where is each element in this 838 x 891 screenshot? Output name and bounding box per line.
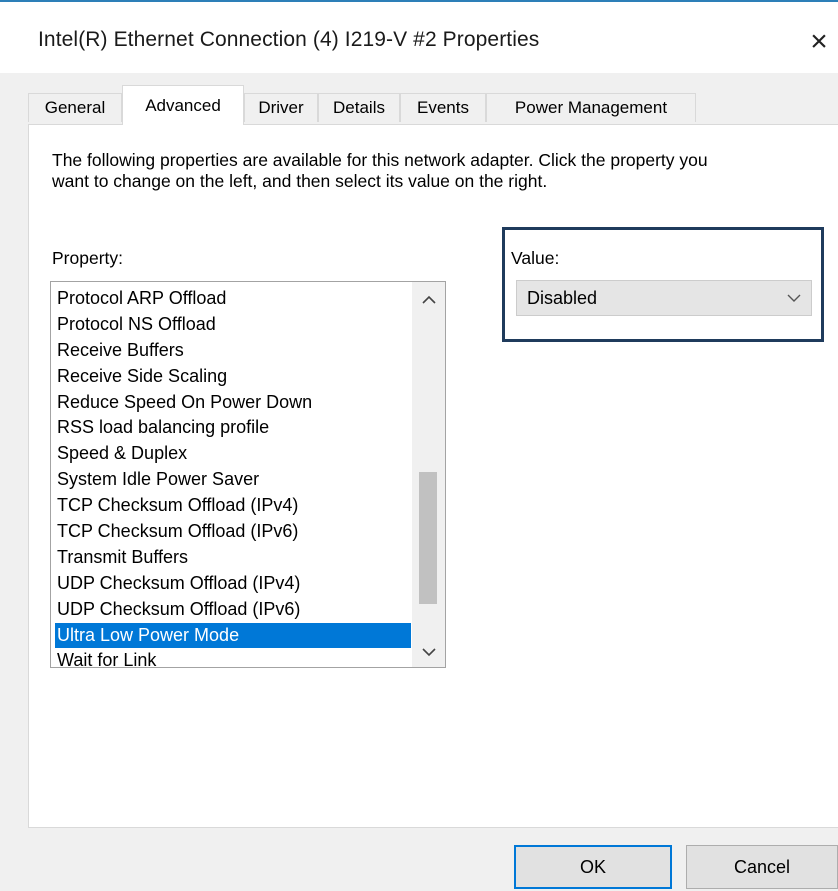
cancel-button[interactable]: Cancel (686, 845, 838, 889)
property-list-item[interactable]: Protocol NS Offload (55, 312, 411, 338)
tab-power-management[interactable]: Power Management (486, 93, 696, 122)
close-icon[interactable]: × (810, 25, 828, 59)
property-list-item[interactable]: Reduce Speed On Power Down (55, 390, 411, 416)
value-selected-text: Disabled (527, 287, 598, 308)
property-list-item[interactable]: Transmit Buffers (55, 545, 411, 571)
tab-general-label: General (44, 98, 106, 117)
property-list-item[interactable]: Ultra Low Power Mode (55, 622, 411, 649)
property-list-scrollbar[interactable] (412, 282, 445, 667)
property-list-item[interactable]: RSS load balancing profile (55, 415, 411, 441)
tab-driver[interactable]: Driver (244, 93, 318, 122)
chevron-up-icon (421, 295, 436, 304)
property-list-item[interactable]: Protocol ARP Offload (55, 286, 411, 312)
tab-general[interactable]: General (28, 93, 122, 122)
tab-details-label: Details (333, 98, 385, 117)
value-label: Value: (511, 248, 560, 268)
property-list: Protocol ARP Offload Protocol NS Offload R… (55, 286, 411, 667)
property-list-item[interactable]: TCP Checksum Offload (IPv4) (55, 493, 411, 519)
description-text: The following properties are available f… (52, 150, 708, 191)
tab-power-management-label: Power Management (514, 98, 668, 117)
tab-events[interactable]: Events (400, 93, 486, 122)
property-list-item[interactable]: TCP Checksum Offload (IPv6) (55, 519, 411, 545)
property-list-item[interactable]: Receive Side Scaling (55, 364, 411, 390)
property-list-item[interactable]: Wait for Link (55, 648, 411, 667)
tab-advanced-label: Advanced (145, 95, 221, 115)
scroll-thumb[interactable] (419, 472, 437, 604)
property-list-item[interactable]: Speed & Duplex (55, 441, 411, 467)
chevron-down-icon (421, 647, 436, 656)
property-listbox[interactable]: Protocol ARP Offload Protocol NS Offload R… (50, 281, 446, 668)
tab-events-label: Events (417, 98, 469, 117)
tab-advanced[interactable]: Advanced (122, 85, 244, 125)
property-list-item[interactable]: UDP Checksum Offload (IPv6) (55, 597, 411, 623)
ok-button-label: OK (579, 856, 606, 877)
chevron-down-icon (787, 286, 801, 315)
window-top-border (0, 0, 838, 2)
cancel-button-label: Cancel (733, 856, 791, 877)
property-list-item[interactable]: Receive Buffers (55, 338, 411, 364)
tab-details[interactable]: Details (318, 93, 400, 122)
scroll-down-button[interactable] (412, 637, 445, 667)
property-list-item[interactable]: System Idle Power Saver (55, 467, 411, 493)
close-button[interactable]: × (800, 22, 838, 62)
ok-button[interactable]: OK (514, 845, 672, 889)
tab-driver-label: Driver (258, 98, 304, 117)
window-title: Intel(R) Ethernet Connection (4) I219-V … (38, 28, 540, 51)
property-label: Property: (52, 248, 123, 268)
scroll-up-button[interactable] (412, 284, 445, 314)
property-list-item[interactable]: UDP Checksum Offload (IPv4) (55, 571, 411, 597)
value-dropdown[interactable]: Disabled (516, 280, 812, 316)
